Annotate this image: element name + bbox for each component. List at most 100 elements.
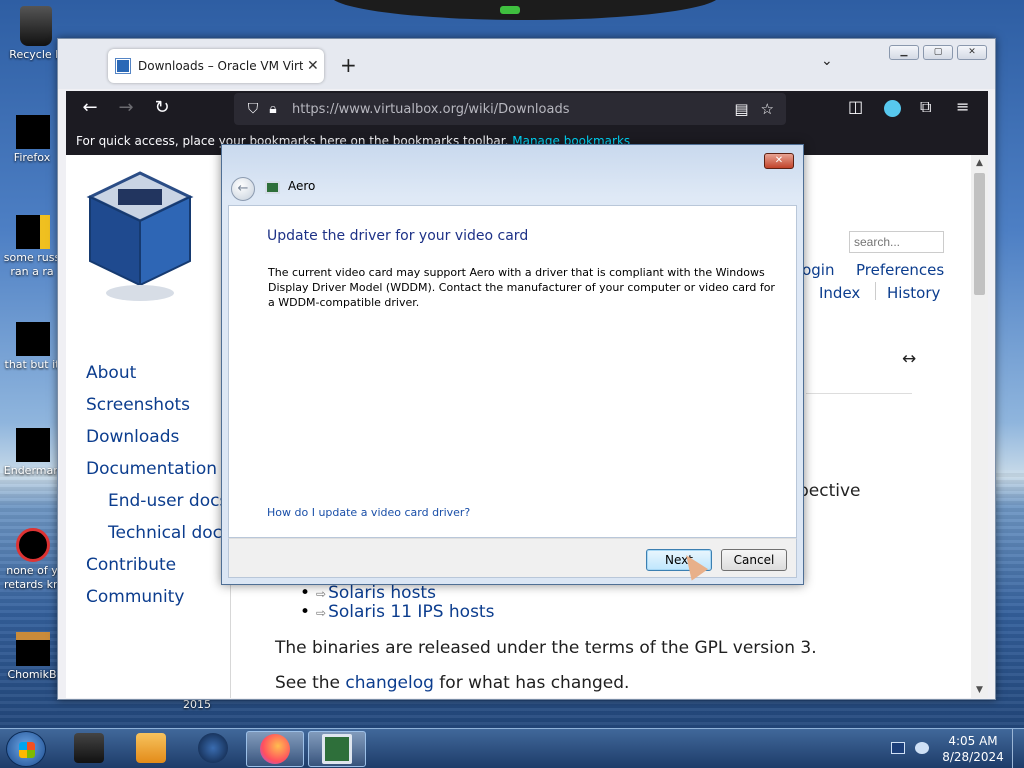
body-text-fragment: pective — [798, 481, 861, 501]
history-link[interactable]: History — [887, 284, 940, 302]
sidebar-item-screenshots[interactable]: Screenshots — [86, 395, 190, 415]
account-icon[interactable] — [884, 100, 901, 117]
list-item[interactable]: • ⇨ Solaris hosts — [300, 583, 436, 603]
file-icon — [16, 428, 50, 462]
sidebar-item-community[interactable]: Community — [86, 587, 184, 607]
url-text[interactable]: https://www.virtualbox.org/wiki/Download… — [292, 102, 734, 117]
wiki-search-input[interactable] — [849, 231, 944, 253]
network-tray-icon[interactable] — [891, 742, 905, 754]
menu-icon[interactable]: ≡ — [956, 97, 969, 116]
virtualbox-logo-icon — [86, 171, 194, 301]
solaris-hosts-link[interactable]: Solaris hosts — [328, 583, 436, 603]
address-bar[interactable]: ⛉ 🔒︎ https://www.virtualbox.org/wiki/Dow… — [234, 93, 786, 125]
expand-width-icon[interactable]: ↔ — [902, 349, 916, 369]
external-link-icon: ⇨ — [316, 587, 327, 601]
changelog-pre: See the — [275, 673, 346, 693]
taskbar-app-box-icon[interactable] — [74, 733, 104, 763]
desktop-icon-chomik[interactable]: ChomikB — [2, 632, 62, 682]
desktop-icon-label: none of y — [6, 564, 58, 577]
desktop-icon-file-2[interactable]: that but it — [2, 322, 62, 372]
dialog-app-title: Aero — [288, 179, 316, 193]
list-all-tabs-button[interactable]: ⌄ — [821, 53, 833, 69]
sidebar-item-technical-docs[interactable]: Technical docs — [108, 523, 231, 543]
display-app-icon — [265, 181, 280, 194]
file-icon — [16, 528, 50, 562]
window-close-button[interactable]: ✕ — [957, 45, 987, 60]
sidebar-item-contribute[interactable]: Contribute — [86, 555, 176, 575]
sidebar-item-downloads[interactable]: Downloads — [86, 427, 179, 447]
aero-dialog: ✕ ← Aero Update the driver for your vide… — [221, 144, 804, 585]
shield-icon[interactable]: ⛉ — [244, 101, 262, 117]
dialog-body: Update the driver for your video card Th… — [228, 205, 797, 538]
maximize-button[interactable]: ▢ — [923, 45, 953, 60]
preferences-link[interactable]: Preferences — [856, 261, 944, 279]
volume-tray-icon[interactable] — [915, 742, 929, 754]
new-tab-button[interactable]: + — [340, 53, 357, 77]
desktop-icon-file-3[interactable]: none of y retards kn — [2, 528, 62, 592]
navigation-toolbar: ← → ↻ ⛉ 🔒︎ https://www.virtualbox.org/wi… — [66, 91, 988, 127]
changelog-post: for what has changed. — [433, 673, 630, 693]
cancel-button[interactable]: Cancel — [721, 549, 787, 571]
back-button[interactable]: ← — [78, 97, 102, 118]
desktop-icon-label: that but it — [4, 358, 60, 371]
desktop-icon-enderman[interactable]: Enderman — [2, 428, 62, 478]
bookmark-star-icon[interactable]: ☆ — [761, 100, 774, 118]
scroll-up-icon[interactable]: ▲ — [971, 155, 988, 171]
extensions-icon[interactable]: ⧉ — [920, 97, 931, 117]
display-app-icon — [322, 734, 352, 764]
desktop-icon-label: ran a ra — [10, 265, 54, 278]
update-driver-help-link[interactable]: How do I update a video card driver? — [267, 506, 470, 519]
desktop-icon-file-1[interactable]: some russ ran a ra — [2, 215, 62, 279]
taskbar-media-player-icon[interactable] — [136, 733, 166, 763]
changelog-paragraph: See the changelog for what has changed. — [275, 673, 629, 693]
sidebar-item-documentation[interactable]: Documentation — [86, 459, 217, 479]
sidebar-item-about[interactable]: About — [86, 363, 136, 383]
solaris-ips-hosts-link[interactable]: Solaris 11 IPS hosts — [328, 602, 494, 622]
desktop-icon-label: Firefox — [13, 151, 51, 164]
dialog-description: The current video card may support Aero … — [268, 266, 775, 309]
scroll-down-icon[interactable]: ▼ — [971, 682, 988, 698]
window-controls: ▁ ▢ ✕ — [889, 45, 987, 60]
page-scrollbar[interactable]: ▲ ▼ — [971, 155, 988, 698]
desktop-icon-label: Enderman — [3, 464, 61, 477]
list-item[interactable]: • ⇨ Solaris 11 IPS hosts — [300, 602, 494, 622]
forward-button[interactable]: → — [114, 97, 138, 118]
lock-icon[interactable]: 🔒︎ — [264, 101, 282, 117]
firefox-icon — [260, 734, 290, 764]
gpl-paragraph: The binaries are released under the term… — [275, 638, 817, 658]
reader-view-icon[interactable]: ▤ — [734, 100, 748, 118]
clock-time: 4:05 AM — [948, 734, 998, 748]
taskbar-globe-icon[interactable] — [198, 733, 228, 763]
pocket-icon[interactable]: ◫ — [848, 97, 863, 116]
taskbar: 4:05 AM 8/28/2024 — [0, 728, 1024, 768]
minimize-button[interactable]: ▁ — [889, 45, 919, 60]
tab-close-icon[interactable]: ✕ — [307, 58, 319, 74]
show-desktop-button[interactable] — [1012, 729, 1024, 768]
file-icon — [16, 215, 50, 249]
reload-button[interactable]: ↻ — [150, 97, 174, 118]
tab-bar: Downloads – Oracle VM VirtualBox ✕ + ⌄ ▁… — [58, 39, 995, 89]
wiki-sidebar: About Screenshots Downloads Documentatio… — [66, 155, 231, 698]
nav-separator — [875, 282, 876, 300]
windows-logo-icon — [19, 742, 35, 758]
changelog-link[interactable]: changelog — [345, 673, 433, 693]
taskbar-aero-button[interactable] — [308, 731, 366, 767]
tab-title: Downloads – Oracle VM VirtualBox — [138, 59, 303, 73]
system-clock[interactable]: 4:05 AM 8/28/2024 — [940, 733, 1006, 765]
sidebar-item-end-user-docs[interactable]: End-user docs — [108, 491, 228, 511]
gadget-led-icon — [500, 6, 520, 14]
desktop-gadget — [330, 0, 720, 20]
desktop-icon-firefox[interactable]: Firefox — [2, 115, 62, 165]
file-icon — [16, 322, 50, 356]
index-link[interactable]: Index — [819, 284, 860, 302]
divider — [806, 393, 912, 394]
dialog-back-button[interactable]: ← — [231, 177, 255, 201]
dialog-close-button[interactable]: ✕ — [764, 153, 794, 169]
desktop-icon-label: some russ — [3, 251, 61, 264]
scrollbar-thumb[interactable] — [974, 173, 985, 295]
taskbar-firefox-button[interactable] — [246, 731, 304, 767]
desktop-icon-label: retards kn — [4, 578, 60, 591]
start-button[interactable] — [6, 731, 46, 767]
tab-downloads[interactable]: Downloads – Oracle VM VirtualBox ✕ — [108, 49, 324, 83]
dialog-button-bar: Next Cancel — [228, 538, 797, 578]
